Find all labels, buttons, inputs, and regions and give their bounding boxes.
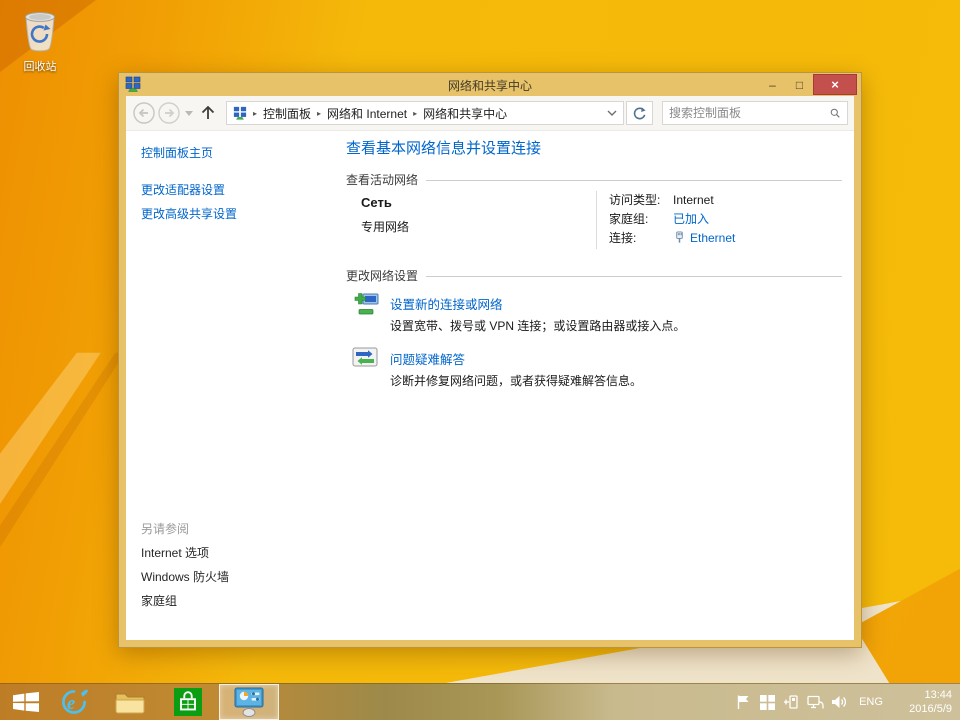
new-connection-icon (354, 293, 379, 315)
breadcrumb-separator: ▸ (413, 108, 418, 118)
ethernet-connection-link[interactable]: Ethernet (690, 231, 735, 245)
tray-network-icon[interactable] (803, 684, 827, 720)
section-rule (426, 180, 842, 181)
network-sharing-center-window: 网络和共享中心 – □ × ▸ 控制面板 ▸ 网络和 Internet ▸ 网络… (118, 72, 862, 648)
section-change-settings-label: 更改网络设置 (346, 269, 419, 283)
recycle-bin-icon (25, 12, 55, 52)
page-title: 查看基本网络信息并设置连接 (346, 140, 542, 157)
homegroup-label: 家庭组: (609, 212, 649, 226)
network-detail-connection: 连接: Ethernet (609, 229, 735, 246)
close-button[interactable]: × (813, 74, 857, 95)
troubleshoot-problems-link[interactable]: 问题疑难解答 (390, 349, 465, 368)
section-active-networks: 查看活动网络 (346, 171, 842, 188)
section-active-networks-label: 查看活动网络 (346, 173, 419, 187)
taskbar-item-store[interactable] (166, 684, 210, 720)
main-panel: 查看基本网络信息并设置连接 查看活动网络 Сеть 专用网络 访问类型: Int… (346, 131, 842, 640)
network-type: 专用网络 (361, 220, 410, 234)
homegroup-joined-link[interactable]: 已加入 (673, 210, 709, 227)
access-type-label: 访问类型: (609, 193, 661, 207)
breadcrumb-item-network-sharing-center[interactable]: 网络和共享中心 (421, 105, 509, 122)
volume-icon[interactable] (827, 684, 851, 720)
store-icon (174, 688, 202, 716)
breadcrumb-item-control-panel[interactable]: 控制面板 (261, 105, 313, 122)
minimize-button[interactable]: – (759, 74, 786, 95)
window-titlebar[interactable]: 网络和共享中心 – □ × (119, 73, 861, 96)
internet-explorer-icon: e (62, 689, 88, 714)
network-details-divider (596, 191, 597, 249)
refresh-icon (633, 106, 646, 119)
control-panel-icon (234, 687, 264, 717)
tray-windows-icon[interactable] (755, 684, 779, 720)
taskbar-item-control-panel-active[interactable] (219, 684, 279, 720)
sidebar-item-windows-firewall[interactable]: Windows 防火墙 (141, 568, 229, 585)
window-controls: – □ × (759, 74, 857, 95)
window-title: 网络和共享中心 (447, 79, 532, 93)
sidebar-item-internet-options[interactable]: Internet 选项 (141, 544, 209, 561)
action-center-flag-icon[interactable] (731, 684, 755, 720)
desktop: 回收站 网络和共享中心 – □ × ▸ 控制面板 ▸ 网络和 Internet … (0, 0, 960, 720)
window-body: ▸ 控制面板 ▸ 网络和 Internet ▸ 网络和共享中心 搜索控制面板 控… (126, 96, 854, 640)
refresh-button[interactable] (626, 101, 653, 125)
sidebar-item-change-advanced-sharing[interactable]: 更改高级共享设置 (141, 205, 237, 222)
back-button[interactable] (133, 102, 155, 124)
search-box (662, 101, 848, 125)
ethernet-icon (676, 231, 683, 243)
language-indicator[interactable]: ENG (854, 684, 888, 720)
section-change-settings: 更改网络设置 (346, 267, 842, 284)
svg-text:e: e (67, 693, 75, 714)
clock-date: 2016/5/9 (909, 703, 952, 715)
content-area: 控制面板主页 更改适配器设置 更改高级共享设置 另请参阅 Internet 选项… (126, 131, 854, 640)
taskbar-item-file-explorer[interactable] (108, 684, 152, 720)
breadcrumb-separator: ▸ (253, 108, 258, 118)
setup-new-connection-link[interactable]: 设置新的连接或网络 (390, 294, 503, 313)
clock-time: 13:44 (924, 689, 952, 701)
recent-pages-dropdown-icon[interactable] (183, 108, 195, 118)
see-also-heading: 另请参阅 (141, 522, 190, 536)
start-button[interactable] (4, 684, 48, 720)
recycle-bin-label: 回收站 (23, 61, 57, 73)
taskbar: e ENG 13:44 2016/5/9 (0, 683, 960, 720)
sidebar-item-control-panel-home[interactable]: 控制面板主页 (141, 144, 213, 161)
taskbar-item-internet-explorer[interactable]: e (52, 684, 96, 720)
troubleshoot-description: 诊断并修复网络问题，或者获得疑难解答信息。 (390, 374, 643, 388)
sidebar-item-change-adapter-settings[interactable]: 更改适配器设置 (141, 181, 225, 198)
windows-logo-icon (13, 692, 39, 712)
forward-button[interactable] (158, 102, 180, 124)
address-location-icon (233, 106, 247, 120)
network-name: Сеть (361, 195, 392, 210)
up-button[interactable] (197, 102, 219, 124)
safely-remove-hardware-icon[interactable] (779, 684, 803, 720)
troubleshoot-icon (352, 347, 378, 367)
maximize-button[interactable]: □ (786, 74, 813, 95)
search-input[interactable] (663, 106, 830, 120)
breadcrumb-separator: ▸ (317, 108, 322, 118)
network-detail-homegroup: 家庭组: 已加入 (609, 210, 709, 227)
address-dropdown-icon[interactable] (605, 108, 619, 118)
address-bar[interactable]: ▸ 控制面板 ▸ 网络和 Internet ▸ 网络和共享中心 (226, 101, 624, 125)
breadcrumb-item-network-internet[interactable]: 网络和 Internet (325, 105, 409, 122)
sidebar-item-homegroup[interactable]: 家庭组 (141, 592, 177, 609)
file-explorer-icon (115, 693, 145, 714)
connection-label: 连接: (609, 231, 637, 245)
navigation-toolbar: ▸ 控制面板 ▸ 网络和 Internet ▸ 网络和共享中心 (126, 96, 854, 131)
search-icon[interactable] (830, 106, 840, 120)
access-type-value: Internet (673, 192, 714, 207)
section-rule (426, 276, 842, 277)
taskbar-clock[interactable]: 13:44 2016/5/9 (909, 684, 952, 720)
recycle-bin[interactable]: 回收站 (12, 8, 68, 74)
network-detail-access: 访问类型: Internet (609, 191, 714, 208)
setup-new-connection-description: 设置宽带、拨号或 VPN 连接；或设置路由器或接入点。 (390, 319, 686, 333)
